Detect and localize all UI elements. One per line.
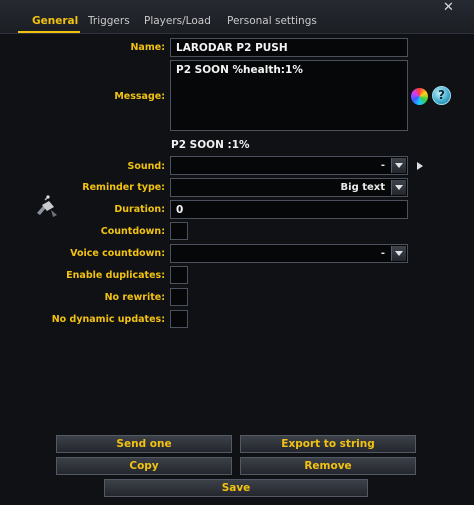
export-to-string-button[interactable]: Export to string — [240, 435, 416, 453]
enable-duplicates-checkbox[interactable] — [170, 266, 188, 284]
name-input-value: LARODAR P2 PUSH — [176, 42, 288, 54]
tab-bar: General Triggers Players/Load Personal s… — [0, 0, 474, 34]
name-label: Name: — [130, 42, 165, 53]
countdown-label: Countdown: — [100, 226, 165, 237]
duration-label: Duration: — [114, 204, 165, 215]
close-icon[interactable]: ✕ — [443, 0, 454, 15]
message-preview: P2 SOON :1% — [171, 139, 250, 151]
reminder-type-dropdown[interactable]: Big text — [170, 178, 408, 197]
no-rewrite-label: No rewrite: — [104, 292, 165, 303]
sound-dropdown[interactable]: - — [170, 156, 408, 175]
remove-button[interactable]: Remove — [240, 457, 416, 475]
chevron-down-icon[interactable] — [391, 180, 406, 195]
active-tab-indicator — [18, 31, 80, 33]
chevron-down-icon[interactable] — [391, 158, 406, 173]
tab-players-load[interactable]: Players/Load — [144, 15, 211, 27]
enable-duplicates-label: Enable duplicates: — [66, 270, 165, 281]
sound-dropdown-value: - — [380, 160, 385, 171]
antenna-icon — [37, 195, 57, 217]
tab-triggers[interactable]: Triggers — [88, 15, 130, 27]
message-textarea-value: P2 SOON %health:1% — [176, 64, 303, 76]
reminder-type-value: Big text — [340, 182, 385, 193]
reminder-type-label: Reminder type: — [82, 182, 165, 193]
save-button[interactable]: Save — [104, 479, 368, 497]
copy-button[interactable]: Copy — [56, 457, 232, 475]
tab-general[interactable]: General — [32, 15, 78, 27]
voice-countdown-value: - — [380, 248, 385, 259]
message-label: Message: — [114, 91, 165, 102]
sound-label: Sound: — [127, 161, 166, 172]
chevron-down-icon[interactable] — [391, 246, 406, 261]
duration-input-value: 0 — [176, 204, 184, 216]
message-textarea[interactable]: P2 SOON %health:1% — [170, 60, 408, 131]
play-icon[interactable] — [417, 162, 423, 170]
name-input[interactable]: LARODAR P2 PUSH — [170, 38, 408, 57]
no-rewrite-checkbox[interactable] — [170, 288, 188, 306]
no-dynamic-updates-label: No dynamic updates: — [51, 314, 165, 325]
voice-countdown-label: Voice countdown: — [70, 248, 165, 259]
duration-input[interactable]: 0 — [170, 200, 408, 219]
countdown-checkbox[interactable] — [170, 222, 188, 240]
color-wheel-icon[interactable] — [411, 88, 428, 105]
no-dynamic-updates-checkbox[interactable] — [170, 310, 188, 328]
voice-countdown-dropdown[interactable]: - — [170, 244, 408, 263]
help-icon[interactable]: ? — [432, 86, 451, 105]
send-one-button[interactable]: Send one — [56, 435, 232, 453]
tab-personal-settings[interactable]: Personal settings — [227, 15, 317, 27]
